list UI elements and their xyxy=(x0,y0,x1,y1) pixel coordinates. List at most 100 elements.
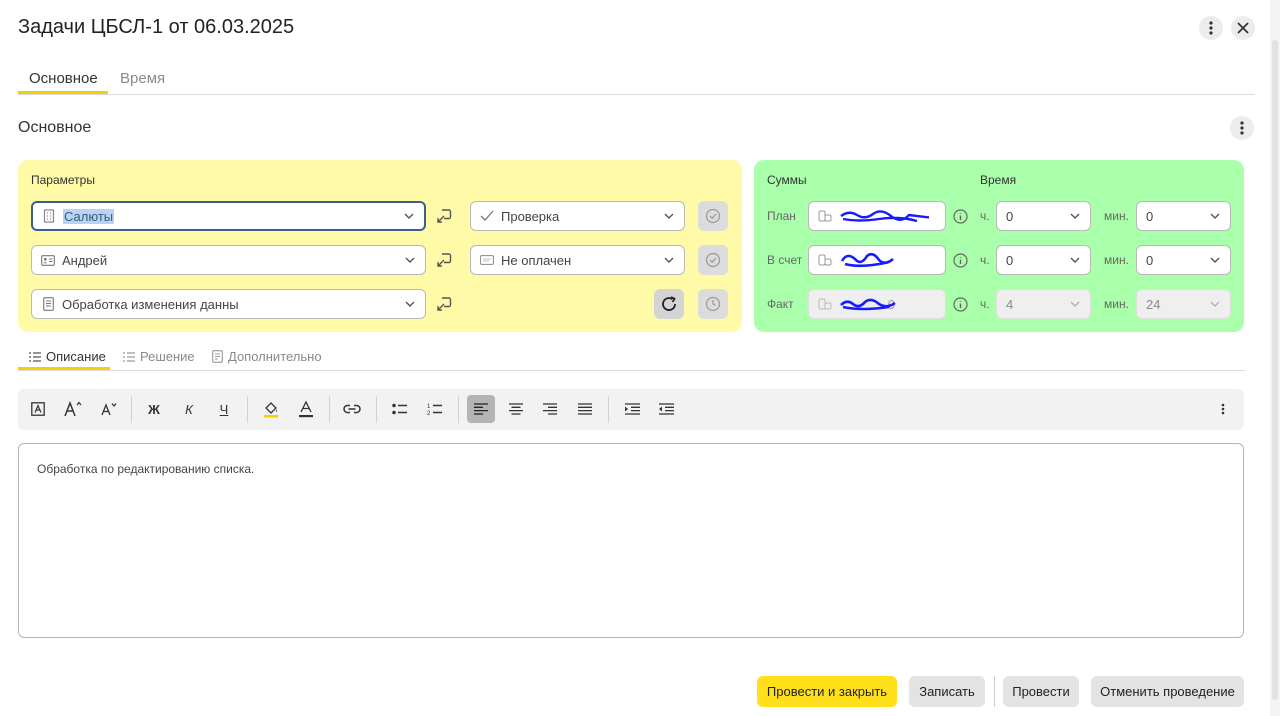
font-increase-button[interactable] xyxy=(59,395,87,423)
description-text: Обработка по редактированию списка. xyxy=(37,462,255,476)
open-link-icon[interactable] xyxy=(434,206,454,226)
align-left-button[interactable] xyxy=(467,395,495,423)
more-vertical-icon xyxy=(1221,403,1225,415)
text-color-button[interactable] xyxy=(292,395,320,423)
list-icon xyxy=(123,351,135,362)
refresh-button[interactable] xyxy=(654,289,684,319)
section-menu-button[interactable] xyxy=(1230,116,1254,140)
section-title: Основное xyxy=(18,119,92,136)
task-type-field[interactable]: Обработка изменения данны xyxy=(31,289,426,319)
open-link-icon[interactable] xyxy=(434,250,454,270)
invoice-hours-field[interactable]: 0 xyxy=(996,245,1091,275)
increase-indent-button[interactable] xyxy=(618,395,646,423)
bulleted-list-icon xyxy=(392,403,407,415)
save-button[interactable]: Записать xyxy=(909,676,985,707)
info-icon[interactable] xyxy=(952,296,968,312)
window-title: Задачи ЦБСЛ-1 от 06.03.2025 xyxy=(18,16,295,38)
fill-color-button[interactable] xyxy=(257,395,285,423)
more-vertical-icon xyxy=(1240,121,1244,135)
hours-label: ч. xyxy=(980,209,990,223)
confirm-payment-button[interactable] xyxy=(698,245,728,275)
chevron-down-icon[interactable] xyxy=(662,209,676,223)
tab-solution[interactable]: Решение xyxy=(123,349,195,364)
assignee-field[interactable]: Андрей xyxy=(31,245,426,275)
refresh-icon xyxy=(662,296,676,311)
project-field[interactable]: Салюты xyxy=(31,201,426,231)
numbered-list-button[interactable]: 12 xyxy=(421,395,449,423)
align-right-button[interactable] xyxy=(536,395,564,423)
plan-hours-value: 0 xyxy=(1006,208,1014,224)
plan-minutes-field[interactable]: 0 xyxy=(1136,201,1231,231)
plan-minutes-value: 0 xyxy=(1146,208,1154,224)
stage-field[interactable]: Проверка xyxy=(470,201,685,231)
bulleted-list-button[interactable] xyxy=(386,395,414,423)
coins-icon xyxy=(818,209,832,223)
fact-minutes-value: 24 xyxy=(1146,296,1161,312)
text-style-button[interactable] xyxy=(24,395,52,423)
cancel-posting-button[interactable]: Отменить проведение xyxy=(1091,676,1244,707)
hours-label: ч. xyxy=(980,297,990,311)
button-divider xyxy=(994,676,995,707)
redaction-scribble xyxy=(840,298,896,311)
assignee-value: Андрей xyxy=(62,252,108,268)
fact-amount-field: 0 xyxy=(808,289,946,319)
description-tabs: Описание Решение Дополнительно xyxy=(18,345,1245,371)
tab-description-label: Описание xyxy=(46,349,106,364)
open-link-icon[interactable] xyxy=(434,294,454,314)
scrollbar-thumb[interactable] xyxy=(1272,40,1278,700)
tab-description[interactable]: Описание xyxy=(29,349,106,364)
chevron-down-icon[interactable] xyxy=(1208,209,1222,223)
plan-amount-field[interactable] xyxy=(808,201,946,231)
toolbar-divider xyxy=(458,396,459,423)
active-subtab-indicator xyxy=(18,367,110,370)
project-value: Салюты xyxy=(63,208,115,224)
numbered-list-icon: 12 xyxy=(427,404,442,416)
bold-button[interactable]: Ж xyxy=(140,395,168,423)
hours-label: ч. xyxy=(980,253,990,267)
timer-button[interactable] xyxy=(698,289,728,319)
sums-label: Суммы xyxy=(767,173,807,187)
chevron-down-icon[interactable] xyxy=(1068,209,1082,223)
chevron-down-icon[interactable] xyxy=(403,297,417,311)
more-menu-button[interactable] xyxy=(1199,16,1223,40)
post-button[interactable]: Провести xyxy=(1003,676,1079,707)
tab-main[interactable]: Основное xyxy=(29,70,98,87)
plan-hours-field[interactable]: 0 xyxy=(996,201,1091,231)
chevron-down-icon[interactable] xyxy=(1208,253,1222,267)
payment-status-field[interactable]: Не оплачен xyxy=(470,245,685,275)
info-icon[interactable] xyxy=(952,252,968,268)
chevron-down-icon[interactable] xyxy=(1068,253,1082,267)
confirm-stage-button[interactable] xyxy=(698,201,728,231)
chevron-down-icon[interactable] xyxy=(662,253,676,267)
toolbar-divider xyxy=(376,396,377,423)
align-center-icon xyxy=(509,403,523,415)
invoice-amount-field[interactable] xyxy=(808,245,946,275)
align-center-button[interactable] xyxy=(502,395,530,423)
toolbar-more-button[interactable] xyxy=(1209,395,1237,423)
font-decrease-button[interactable] xyxy=(95,395,123,423)
list-icon xyxy=(29,351,41,362)
tab-time[interactable]: Время xyxy=(120,70,165,87)
description-editor[interactable]: Обработка по редактированию списка. xyxy=(18,443,1244,638)
tab-additional[interactable]: Дополнительно xyxy=(212,349,322,364)
toolbar-divider xyxy=(608,396,609,423)
chevron-down-icon[interactable] xyxy=(403,253,417,267)
chevron-down-icon[interactable] xyxy=(402,209,416,223)
align-justify-button[interactable] xyxy=(571,395,599,423)
invoice-minutes-field[interactable]: 0 xyxy=(1136,245,1231,275)
info-icon[interactable] xyxy=(952,208,968,224)
check-circle-icon xyxy=(705,252,721,268)
invoice-hours-value: 0 xyxy=(1006,252,1014,268)
chevron-down-icon xyxy=(1068,297,1082,311)
insert-link-button[interactable] xyxy=(338,395,366,423)
active-tab-indicator xyxy=(18,91,108,94)
align-right-icon xyxy=(543,403,557,415)
font-size-decrease-icon xyxy=(101,403,117,416)
underline-button[interactable]: Ч xyxy=(210,395,238,423)
building-icon xyxy=(42,209,56,223)
post-and-close-button[interactable]: Провести и закрыть xyxy=(757,676,897,707)
close-button[interactable] xyxy=(1231,16,1255,40)
decrease-indent-button[interactable] xyxy=(652,395,680,423)
svg-text:1: 1 xyxy=(427,404,431,410)
italic-button[interactable]: К xyxy=(175,395,203,423)
